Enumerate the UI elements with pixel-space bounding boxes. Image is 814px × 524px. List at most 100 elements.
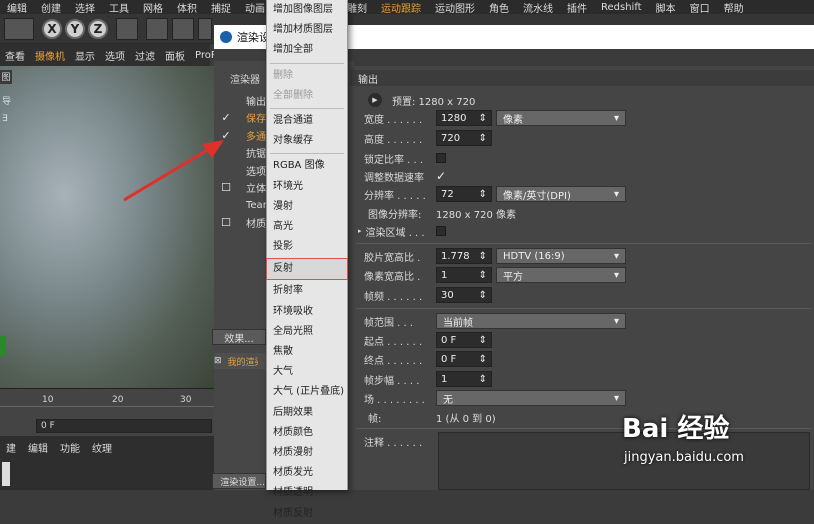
resolution-input[interactable]: 72 ⇕ [436,186,492,202]
height-input[interactable]: 720 ⇕ [436,130,492,146]
material-menu-item[interactable]: 功能 [54,440,86,455]
menu-item[interactable]: 体积 [170,0,204,15]
current-frame-field[interactable]: 0 F [36,419,212,433]
pixel-ratio-input[interactable]: 1 ⇕ [436,267,492,283]
coordinate-system-icon[interactable] [116,18,138,40]
start-input[interactable]: 0 F ⇕ [436,332,492,348]
film-ratio-input[interactable]: 1.778 ⇕ [436,248,492,264]
axis-z-button[interactable]: Z [88,19,108,39]
context-menu-item[interactable]: 漫射 [267,197,347,217]
context-menu-item[interactable]: 反射 [266,258,348,281]
timeline-ruler: 10 20 30 [0,395,214,407]
context-menu-item[interactable]: 材质漫射 [267,443,347,463]
effects-button-label: 效果... [224,333,254,345]
context-menu-item[interactable]: 混合通道 [267,111,347,131]
viewport[interactable]: 图 导 ∃ [0,66,214,388]
context-menu-item[interactable]: 删除 [267,66,347,86]
effects-button[interactable]: 效果... [212,329,266,345]
pixel-ratio-dropdown[interactable]: 平方 ▾ [496,267,626,283]
menu-item[interactable]: 帮助 [717,0,751,15]
timeline-tick: 30 [180,395,192,405]
timeline[interactable]: 10 20 30 0 F [0,388,214,436]
menu-item[interactable]: 运动图形 [428,0,482,15]
axis-y-button[interactable]: Y [65,19,85,39]
axis-x-button[interactable]: X [42,19,62,39]
material-menu-item[interactable]: 纹理 [86,440,118,455]
enable-checkbox[interactable]: ✓ [214,111,238,124]
menu-item[interactable]: Redshift [594,2,649,13]
context-menu-item[interactable]: 大气 (正片叠底) [267,382,347,402]
viewport-menu-item[interactable]: 过滤 [130,48,160,63]
end-input[interactable]: 0 F ⇕ [436,351,492,367]
context-menu-item[interactable]: 全部删除 [267,86,347,106]
divider [356,308,812,309]
menu-item[interactable]: 流水线 [516,0,560,15]
render-view-icon[interactable] [172,18,194,40]
render-region-row[interactable]: ▸ 渲染区域 . . . [358,222,446,240]
resolution-unit-dropdown[interactable]: 像素/英寸(DPI) ▾ [496,186,626,202]
render-settings-button[interactable]: 渲染设置... [212,473,266,489]
render-region-checkbox[interactable] [435,226,446,236]
viewport-menu-item[interactable]: 显示 [70,48,100,63]
material-swatch[interactable] [2,462,10,486]
undo-icon[interactable] [4,18,34,40]
context-menu-item[interactable]: 对象缓存 [267,131,347,151]
menu-item[interactable]: 运动跟踪 [374,0,428,15]
play-icon[interactable]: ▶ [368,93,382,107]
menu-item[interactable]: 插件 [560,0,594,15]
enable-checkbox[interactable]: ☐ [214,216,238,229]
material-menu-item[interactable]: 编辑 [22,440,54,455]
preset-row[interactable]: ▶ 预置: 1280 x 720 [368,91,475,109]
frames-label: 帧: [368,413,382,425]
render-settings-icon[interactable] [198,18,212,40]
context-menu-item[interactable]: 增加全部 [267,40,347,60]
menu-item[interactable]: 捕捉 [204,0,238,15]
context-menu-item[interactable]: 全局光照 [267,322,347,342]
viewport-menu-item[interactable]: 摄像机 [30,48,70,63]
step-input[interactable]: 1 ⇕ [436,371,492,387]
context-menu-item[interactable]: 环境光 [267,177,347,197]
film-ratio-row: 胶片宽高比 . 1.778 ⇕ HDTV (16:9) ▾ [364,247,626,265]
lock-ratio-checkbox[interactable] [436,153,446,163]
expand-arrow-icon[interactable]: ▸ [358,227,362,235]
context-menu-item[interactable]: 增加图像图层 [267,0,347,20]
context-menu-item[interactable]: 后期效果 [267,403,347,423]
menu-item[interactable]: 网格 [136,0,170,15]
context-menu-item[interactable]: 折射率 [267,281,347,301]
context-menu-item[interactable]: 投影 [267,237,347,257]
section-title: 输出 [358,74,378,86]
context-menu-item[interactable]: 材质颜色 [267,423,347,443]
viewport-menu-item[interactable]: 选项 [100,48,130,63]
viewport-menu-item[interactable]: 面板 [160,48,190,63]
adjust-rate-checkbox[interactable]: ✓ [436,169,446,183]
renderer-label: 渲染器 [230,75,260,86]
context-menu-item[interactable]: 材质反射 [267,504,347,524]
menu-item[interactable]: 脚本 [649,0,683,15]
fps-input[interactable]: 30 ⇕ [436,287,492,303]
context-menu-item[interactable]: 焦散 [267,342,347,362]
image-resolution-label: 图像分辨率: [368,209,422,221]
notes-label: 注释 . . . . . . [364,437,423,449]
render-setting-item[interactable]: ⊠ 我的渲染设置 [214,353,266,369]
menu-item[interactable]: 创建 [34,0,68,15]
menu-item[interactable]: 角色 [482,0,516,15]
width-input[interactable]: 1280 ⇕ [436,110,492,126]
viewport-menu-item[interactable]: 查看 [0,48,30,63]
context-menu-item[interactable]: RGBA 图像 [267,156,347,176]
menu-item[interactable]: 选择 [68,0,102,15]
context-menu-item[interactable]: 材质透明 [267,483,347,503]
frame-range-dropdown[interactable]: 当前帧 ▾ [436,313,626,329]
field-dropdown[interactable]: 无 ▾ [436,390,626,406]
context-menu-item[interactable]: 环境吸收 [267,302,347,322]
render-region-icon[interactable] [146,18,168,40]
context-menu-item[interactable]: 材质发光 [267,463,347,483]
menu-item[interactable]: 工具 [102,0,136,15]
context-menu-item[interactable]: 大气 [267,362,347,382]
material-menu-item[interactable]: 建 [0,440,22,455]
menu-item[interactable]: 编辑 [0,0,34,15]
menu-item[interactable]: 窗口 [683,0,717,15]
width-unit-dropdown[interactable]: 像素 ▾ [496,110,626,126]
film-ratio-dropdown[interactable]: HDTV (16:9) ▾ [496,248,626,264]
context-menu-item[interactable]: 增加材质图层 [267,20,347,40]
context-menu-item[interactable]: 高光 [267,217,347,237]
